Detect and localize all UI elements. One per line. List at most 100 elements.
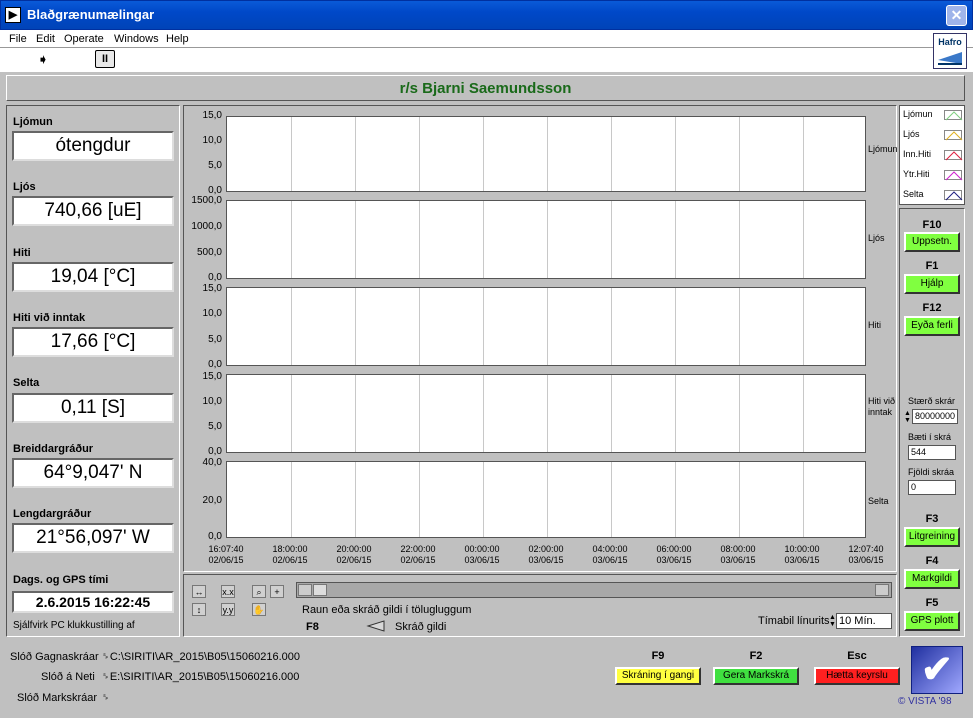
y-tick: 500,0 [196,247,222,258]
pan-hand-icon[interactable]: ✋ [252,603,266,616]
grid-line [803,375,804,452]
gps-time-label: Dags. og GPS tími [13,574,109,586]
indicator-value: 0,11 [S] [12,393,174,423]
legend: Ljómun Ljós Inn.Hiti Ytr.Hiti Selta [899,105,965,205]
plot-hiti[interactable] [226,287,866,366]
x-tick: 22:00:00 02/06/15 [388,544,448,566]
indicator-label: Hiti við inntak [13,312,86,324]
y-tick: 15,0 [202,283,222,294]
y-tick: 40,0 [202,457,222,468]
hafro-logo-text: Hafro [938,37,962,47]
x-tick-date: 03/06/15 [464,555,500,565]
legend-swatch-0 [944,110,963,121]
create-marker-file-button[interactable]: Gera Markskrá [713,667,799,685]
f2-key-label: F2 [749,650,763,662]
grid-line [419,462,420,537]
file-size-input[interactable]: 80000000 [912,409,958,424]
close-button[interactable]: ✕ [946,5,967,26]
setup-button[interactable]: Uppsetn. [904,232,960,252]
x-tick-time: 20:00:00 [336,544,372,554]
help-button[interactable]: Hjálp [904,274,960,294]
esc-key-label: Esc [847,650,867,662]
grid-line [675,375,676,452]
grid-line [547,117,548,191]
menu-file[interactable]: File [9,33,27,45]
x-tick: 02:00:00 03/06/15 [516,544,576,566]
indicator-value: 19,04 [°C] [12,262,174,292]
logging-status-button[interactable]: Skráning í gangi [615,667,701,685]
x-tick-date: 03/06/15 [528,555,564,565]
interval-input[interactable]: 10 Mín. [836,613,892,629]
f4-key-label: F4 [925,555,939,567]
grid-line [739,117,740,191]
y-tick: 5,0 [208,160,222,171]
path-value: ␠C:\SIRITI\AR_2015\B05\15060216.000 [101,651,300,664]
y-tick: 0,0 [208,531,222,542]
pc-clock-note: Sjálfvirk PC klukkustilling af [13,620,135,631]
x-tick: 06:00:00 03/06/15 [644,544,704,566]
x-autoscale-icon[interactable]: ↔ [192,585,206,598]
hafro-fish-icon [938,52,962,65]
delete-track-button[interactable]: Eyða ferli [904,316,960,336]
plot-ljomun[interactable] [226,116,866,192]
x-tick-date: 02/06/15 [208,555,244,565]
y-tick: 0,0 [208,446,222,457]
crosshair-icon[interactable]: + [270,585,284,598]
grid-line [547,288,548,365]
menu-operate[interactable]: Operate [64,33,104,45]
grid-line [483,201,484,278]
menu-help[interactable]: Help [166,33,189,45]
x-tick-time: 18:00:00 [272,544,308,554]
spinner-icon[interactable]: ▲ ▼ [904,410,911,424]
y-format-icon[interactable]: y.y [221,603,235,616]
x-tick-date: 02/06/15 [400,555,436,565]
plot-divider [226,453,866,457]
grid-line [803,201,804,278]
target-values-button[interactable]: Markgildi [904,569,960,589]
x-tick-date: 03/06/15 [720,555,756,565]
legend-entry: Selta [903,189,924,199]
x-tick: 00:00:00 03/06/15 [452,544,512,566]
scroll-thumb[interactable] [313,584,327,596]
time-scrollbar[interactable] [296,582,892,598]
plot-divider [226,366,866,370]
indicator-value: 21°56,097' W [12,523,174,553]
interval-spinner-icon[interactable]: ▲ ▼ [829,614,836,628]
y-autoscale-icon[interactable]: ↕ [192,603,206,616]
run-arrow-icon[interactable]: ➧ [34,51,52,67]
plot-hiti-inntak[interactable] [226,374,866,453]
menu-edit[interactable]: Edit [36,33,55,45]
grid-line [611,462,612,537]
menu-bar: File Edit Operate Windows Help [0,30,973,48]
x-format-icon[interactable]: x.x [221,585,235,598]
scroll-right-button[interactable] [875,584,889,596]
gps-plot-button[interactable]: GPS plott [904,611,960,631]
menu-windows[interactable]: Windows [114,33,159,45]
y-tick: 1000,0 [191,221,222,232]
toggle-switch-icon[interactable] [366,619,390,633]
grid-line [803,462,804,537]
x-tick-time: 02:00:00 [528,544,564,554]
zoom-icon[interactable]: ⌕ [252,585,266,598]
indicator-value: 17,66 [°C] [12,327,174,357]
indicator-value: ótengdur [12,131,174,161]
files-count-label: Fjöldi skráa [908,467,955,477]
plot-ljos[interactable] [226,200,866,279]
grid-line [547,375,548,452]
grid-line [483,288,484,365]
ship-name: r/s Bjarni Saemundsson [399,80,572,97]
grid-line [803,117,804,191]
indicator-label: Ljómun [13,116,53,128]
quit-button[interactable]: Hætta keyrslu [814,667,900,685]
scroll-left-button[interactable] [298,584,312,596]
x-tick: 16:07:40 02/06/15 [196,544,256,566]
chart-panel: 15,0 10,0 5,0 0,0 Ljómun 1500,0 1000,0 5… [183,105,898,572]
interval-label: Tímabil línurits [758,615,830,627]
grid-line [611,201,612,278]
pause-button[interactable]: II [95,50,115,68]
color-analysis-button[interactable]: Litgreining [904,527,960,547]
plot-selta[interactable] [226,461,866,538]
grid-line [547,201,548,278]
y-tick: 15,0 [202,110,222,121]
f10-key-label: F10 [922,219,942,231]
